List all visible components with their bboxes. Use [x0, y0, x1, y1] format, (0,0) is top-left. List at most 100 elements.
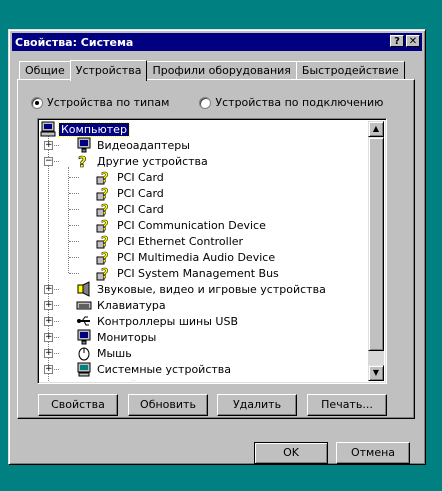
tree-item-label: PCI Card: [117, 170, 164, 184]
svg-text:?: ?: [101, 187, 109, 201]
keyboard-icon: [76, 297, 92, 313]
title-bar[interactable]: Свойства: Система ? ✕: [12, 33, 422, 51]
mouse-icon: [76, 345, 92, 361]
svg-text:?: ?: [78, 153, 87, 169]
tree-item[interactable]: ? PCI Card: [96, 201, 166, 218]
radio-by-connection-label: Устройства по подключению: [215, 96, 384, 109]
radio-by-type-label: Устройства по типам: [47, 96, 170, 109]
close-button[interactable]: ✕: [406, 35, 420, 47]
tree-connector-line: [69, 209, 79, 210]
tree-item-label: Мониторы: [97, 330, 157, 344]
tab-devices[interactable]: Устройства: [69, 60, 148, 81]
tree-item-label: PCI Ethernet Controller: [117, 234, 244, 248]
unknown-device-icon: ?: [96, 233, 112, 250]
svg-text:?: ?: [101, 219, 109, 233]
tree-item[interactable]: Видеоадаптеры: [76, 137, 192, 153]
print-button[interactable]: Печать...: [307, 394, 387, 416]
tree-item[interactable]: Клавиатура: [76, 297, 168, 313]
refresh-button[interactable]: Обновить: [128, 394, 208, 416]
tree-item-label: Устройства хранения данных: [95, 379, 271, 382]
tab-performance[interactable]: Быстродействие: [295, 61, 405, 80]
tree-item-label: Контроллеры шины USB: [97, 314, 239, 328]
svg-text:?: ?: [101, 235, 109, 249]
tree-item-label: Другие устройства: [97, 154, 208, 168]
tree-item[interactable]: ? PCI Card: [96, 169, 166, 186]
unknown-device-icon: ?: [96, 249, 112, 266]
device-tree-list[interactable]: Компьютер + Видеоадаптеры −? Другие устройст…: [37, 118, 387, 384]
svg-text:?: ?: [101, 203, 109, 217]
tree-item[interactable]: Мышь: [76, 345, 134, 361]
tree-item-label: Звуковые, видео и игровые устройства: [97, 282, 326, 296]
scroll-down-button[interactable]: ▼: [368, 365, 384, 381]
help-button[interactable]: ?: [390, 35, 404, 47]
svg-text:?: ?: [101, 251, 109, 265]
window-title: Свойства: Система: [15, 35, 134, 49]
monitor-icon: [76, 329, 92, 345]
tree-item[interactable]: Системные устройства: [76, 361, 233, 377]
tree-item[interactable]: Компьютер: [40, 121, 130, 137]
question-mark-icon: ?: [76, 153, 92, 172]
tree-item-label: PCI Card: [117, 186, 164, 200]
svg-text:?: ?: [101, 267, 109, 281]
tree-item[interactable]: Устройства хранения данных: [76, 377, 271, 382]
expand-toggle[interactable]: +: [44, 317, 53, 326]
tree-connector-line: [69, 241, 79, 242]
radio-by-connection-circle[interactable]: [199, 96, 212, 109]
tree-item[interactable]: ? PCI Card: [96, 185, 166, 202]
tree-item[interactable]: ? PCI Communication Device: [96, 217, 268, 234]
tree-connector-line: [69, 273, 79, 274]
storage-device-icon: [76, 377, 92, 381]
scroll-thumb[interactable]: [368, 137, 384, 351]
tree-item-label: PCI Communication Device: [117, 218, 266, 232]
tree-connector-line: [48, 135, 49, 381]
tree-item[interactable]: Звуковые, видео и игровые устройства: [76, 281, 328, 297]
tree-item-label: Видеоадаптеры: [97, 138, 190, 152]
tree-item-label: Системные устройства: [97, 362, 231, 376]
tree-item-label: PCI Multimedia Audio Device: [117, 250, 276, 264]
expand-toggle[interactable]: +: [44, 333, 53, 342]
unknown-device-icon: ?: [96, 201, 112, 218]
radio-by-type[interactable]: Устройства по типам: [31, 96, 169, 109]
ok-button[interactable]: OK: [254, 442, 328, 464]
tree-connector-line: [69, 257, 79, 258]
collapse-toggle[interactable]: −: [44, 157, 53, 166]
sound-device-icon: [76, 281, 92, 297]
tab-hardware-profiles[interactable]: Профили оборудования: [146, 61, 297, 80]
unknown-device-icon: ?: [96, 185, 112, 202]
unknown-device-icon: ?: [96, 169, 112, 186]
remove-button[interactable]: Удалить: [217, 394, 297, 416]
expand-toggle[interactable]: +: [44, 141, 53, 150]
svg-text:?: ?: [101, 171, 109, 185]
system-device-icon: [76, 361, 92, 377]
tree-item[interactable]: ? PCI System Management Bus: [96, 265, 281, 282]
tree-item-label: PCI Card: [117, 202, 164, 216]
scroll-up-button[interactable]: ▲: [368, 121, 384, 137]
tree-item[interactable]: ? Другие устройства: [76, 153, 210, 172]
tree-connector-line: [69, 193, 79, 194]
tree-item-label: Мышь: [97, 346, 132, 360]
radio-by-type-circle[interactable]: [31, 96, 43, 109]
expand-toggle[interactable]: +: [44, 285, 53, 294]
tree-item[interactable]: ? PCI Multimedia Audio Device: [96, 249, 277, 266]
tree-item[interactable]: Мониторы: [76, 329, 158, 345]
tree-item-label: PCI System Management Bus: [117, 266, 279, 280]
view-mode-radios: Устройства по типам Устройства по подклю…: [31, 96, 383, 109]
tree-connector-line: [69, 177, 79, 178]
tree-item[interactable]: Контроллеры шины USB: [76, 313, 240, 329]
device-tree: Компьютер + Видеоадаптеры −? Другие устройст…: [40, 121, 368, 381]
expand-toggle[interactable]: +: [44, 349, 53, 358]
tree-item-label: Клавиатура: [97, 298, 166, 312]
display-adapter-icon: [76, 137, 92, 153]
tab-strip: Общие Устройства Профили оборудования Бы…: [19, 60, 405, 81]
radio-by-connection[interactable]: Устройства по подключению: [199, 96, 383, 109]
vertical-scrollbar[interactable]: ▲ ▼: [368, 121, 384, 381]
tree-item-label: Компьютер: [58, 121, 130, 137]
properties-button[interactable]: Свойства: [38, 394, 118, 416]
unknown-device-icon: ?: [96, 217, 112, 234]
tree-connector-line: [69, 225, 79, 226]
tab-general[interactable]: Общие: [19, 61, 71, 80]
expand-toggle[interactable]: +: [44, 365, 53, 374]
expand-toggle[interactable]: +: [44, 301, 53, 310]
tree-item[interactable]: ? PCI Ethernet Controller: [96, 233, 245, 250]
cancel-button[interactable]: Отмена: [336, 442, 410, 464]
